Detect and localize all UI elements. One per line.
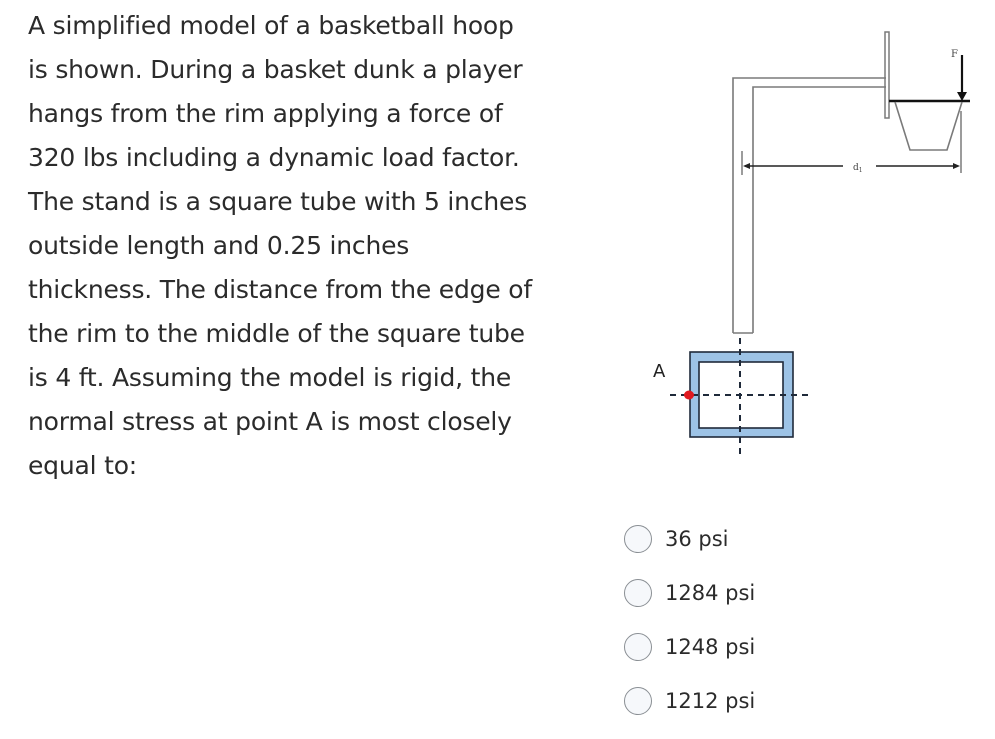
option-label: 36 psi [665,527,729,551]
answer-option[interactable]: 1284 psi [624,566,755,620]
stand-inner-edge [752,86,886,333]
point-a-marker [684,390,694,400]
force-label: F [951,49,958,60]
dimension-d1 [741,111,962,175]
answer-option[interactable]: 1212 psi [624,674,755,728]
stand-pole [732,77,886,334]
dimension-arrow-left [743,163,750,169]
force-arrowhead [957,92,967,101]
stand-outer-edge [732,77,886,333]
hoop-diagram: F d1 A [653,31,970,456]
backboard [884,31,890,119]
option-label: 1212 psi [665,689,756,713]
radio-button[interactable] [624,525,652,553]
answer-option[interactable]: 36 psi [624,512,755,566]
option-label: 1284 psi [665,581,756,605]
force-arrow [957,55,967,101]
answer-option[interactable]: 1248 psi [624,620,755,674]
dimension-arrow-right [953,163,960,169]
distance-label: d1 [853,163,863,174]
radio-button[interactable] [624,579,652,607]
radio-button[interactable] [624,687,652,715]
basket-net [894,101,963,151]
option-label: 1248 psi [665,635,756,659]
answer-options: 36 psi 1284 psi 1248 psi 1212 psi [624,512,755,728]
radio-button[interactable] [624,633,652,661]
point-a-label: A [653,361,666,382]
